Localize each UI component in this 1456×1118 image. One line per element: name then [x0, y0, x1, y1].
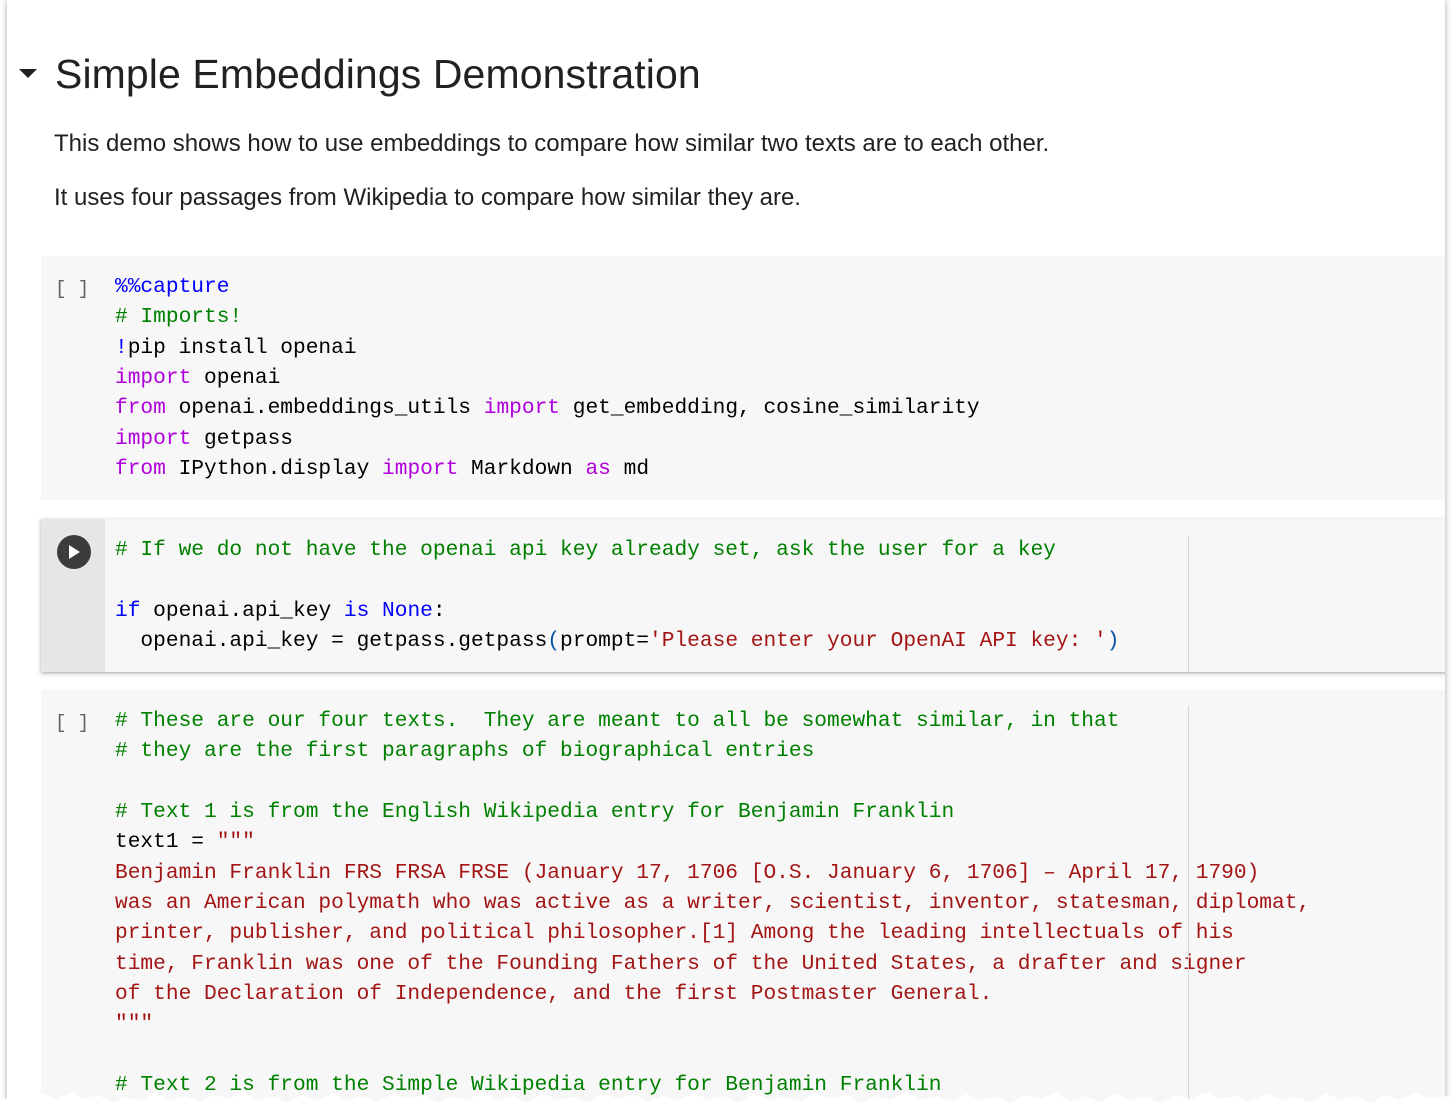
cell-gutter — [41, 519, 105, 672]
caret-down-icon[interactable] — [17, 63, 39, 85]
code-token: # Imports! — [115, 305, 243, 330]
code-token: %%capture — [115, 275, 230, 299]
code-token: Markdown — [458, 457, 586, 482]
code-editor[interactable]: %%capture # Imports! !pip install openai… — [115, 272, 980, 484]
code-token: is — [343, 598, 370, 623]
code-line: # they are the first paragraphs of biogr… — [115, 739, 814, 763]
code-token: getpass — [191, 426, 294, 451]
code-line: printer, publisher, and political philos… — [115, 921, 1234, 945]
code-token: import — [115, 366, 192, 391]
code-token: # If we do not have the openai api key a… — [115, 538, 1056, 562]
code-token: openai.api_key = getpass.getpass — [115, 629, 548, 654]
code-editor[interactable]: # If we do not have the openai api key a… — [115, 535, 1119, 656]
code-token: # These are our four texts. They are mea… — [115, 709, 1120, 733]
code-token: was an American polymath who was active … — [115, 891, 1311, 916]
code-line: import openai — [115, 366, 280, 390]
code-line: !pip install openai — [115, 336, 357, 360]
code-line: %%capture — [115, 275, 229, 299]
code-token: ( — [547, 629, 561, 654]
execution-count: [ ] — [55, 712, 90, 734]
code-line: # These are our four texts. They are mea… — [115, 709, 1119, 733]
code-token: if — [115, 598, 141, 623]
code-token: ! — [115, 335, 128, 360]
markdown-paragraph: It uses four passages from Wikipedia to … — [54, 184, 801, 211]
code-cell-api-key[interactable]: # If we do not have the openai api key a… — [41, 519, 1445, 672]
torn-edge — [0, 1092, 1456, 1118]
code-editor[interactable]: # These are our four texts. They are mea… — [115, 706, 1310, 1100]
code-token: openai — [191, 366, 281, 391]
code-token: import — [382, 457, 459, 482]
code-token: of the Declaration of Independence, and … — [115, 982, 993, 1007]
play-icon[interactable] — [57, 535, 91, 569]
code-token: openai.api_key — [140, 598, 344, 623]
code-token: None — [382, 598, 433, 623]
code-token: import — [483, 396, 561, 421]
code-line: # If we do not have the openai api key a… — [115, 538, 1056, 562]
code-line: from IPython.display import Markdown as … — [115, 457, 649, 481]
code-line: """ — [115, 1012, 153, 1036]
code-token: time, Franklin was one of the Founding F… — [115, 951, 1247, 976]
code-token: ) — [1106, 629, 1120, 654]
code-token: import — [115, 426, 192, 451]
code-line: from openai.embeddings_utils import get_… — [115, 396, 980, 420]
code-line: time, Franklin was one of the Founding F… — [115, 952, 1247, 976]
code-token: md — [610, 457, 650, 482]
code-token: text1 = — [115, 830, 217, 855]
code-line: # Imports! — [115, 305, 242, 329]
code-token: prompt= — [560, 629, 650, 654]
code-token: # they are the first paragraphs of biogr… — [115, 739, 815, 764]
code-token: printer, publisher, and political philos… — [115, 921, 1234, 946]
execution-count: [ ] — [55, 278, 90, 300]
code-token: """ — [115, 1012, 154, 1037]
section-header: Simple Embeddings Demonstration — [17, 42, 701, 106]
code-line: # Text 1 is from the English Wikipedia e… — [115, 800, 954, 824]
code-cell-texts[interactable]: [ ] # These are our four texts. They are… — [41, 690, 1445, 1118]
code-line: of the Declaration of Independence, and … — [115, 982, 992, 1006]
line-length-ruler — [1188, 535, 1189, 672]
code-token: from — [115, 396, 166, 421]
code-line: was an American polymath who was active … — [115, 891, 1310, 915]
code-token: IPython.display — [165, 457, 383, 482]
markdown-paragraph: This demo shows how to use embeddings to… — [54, 130, 1050, 157]
code-line: if openai.api_key is None: — [115, 599, 446, 623]
code-token: openai.embeddings_utils — [165, 396, 484, 421]
code-line: openai.api_key = getpass.getpass(prompt=… — [115, 629, 1119, 653]
section-title: Simple Embeddings Demonstration — [55, 50, 701, 97]
code-token: pip install openai — [127, 335, 357, 360]
code-cell-imports[interactable]: [ ] %%capture # Imports! !pip install op… — [41, 256, 1445, 500]
code-token: """ — [216, 830, 255, 855]
notebook-frame: Simple Embeddings Demonstration This dem… — [7, 0, 1445, 1118]
code-token: # Text 1 is from the English Wikipedia e… — [115, 800, 955, 825]
code-token: : — [432, 598, 446, 623]
code-token: 'Please enter your OpenAI API key: ' — [649, 629, 1107, 654]
line-length-ruler — [1188, 706, 1189, 1118]
code-line: import getpass — [115, 427, 293, 451]
code-token: as — [585, 457, 611, 482]
code-line: text1 = """ — [115, 830, 255, 854]
code-token: from — [115, 457, 166, 482]
code-line: Benjamin Franklin FRS FRSA FRSE (January… — [115, 861, 1259, 885]
code-token: Benjamin Franklin FRS FRSA FRSE (January… — [115, 860, 1260, 885]
code-token: get_embedding, cosine_similarity — [560, 396, 980, 421]
